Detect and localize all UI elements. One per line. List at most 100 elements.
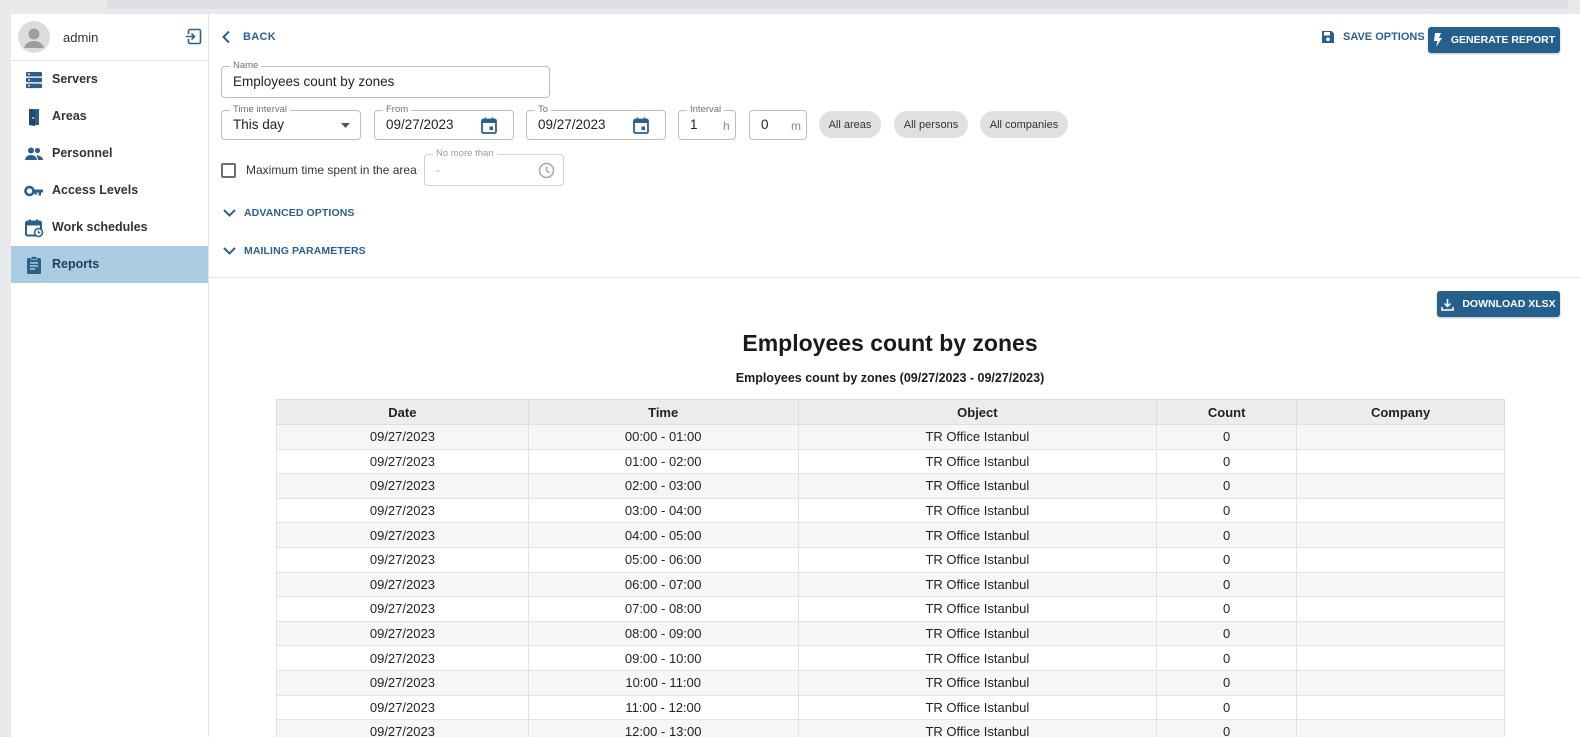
report-subtitle: Employees count by zones (09/27/2023 - 0…: [735, 371, 1045, 385]
cell-date: 09/27/2023: [276, 522, 529, 548]
mailing-parameters-toggle[interactable]: MAILING PARAMETERS: [223, 245, 366, 257]
person-icon: [24, 28, 44, 48]
max-time-label: Maximum time spent in the area: [246, 163, 417, 177]
report-table-body: 09/27/2023 00:00 - 01:00 TR Office Istanbu…: [276, 424, 1505, 737]
report-table: Date Time Object Count Company 09/27/202…: [276, 399, 1505, 737]
cell-company: [1296, 719, 1505, 737]
no-more-than-field[interactable]: No more than -: [424, 148, 564, 186]
table-row: 09/27/2023 04:00 - 05:00 TR Office Istanbu…: [276, 522, 1505, 548]
cell-object: TR Office Istanbul: [797, 596, 1158, 622]
table-row: 09/27/2023 09:00 - 10:00 TR Office Istanbu…: [276, 645, 1505, 671]
sidebar-item-areas[interactable]: Areas: [11, 98, 208, 135]
sidebar-item-reports[interactable]: Reports: [11, 246, 208, 283]
generate-report-button[interactable]: GENERATE REPORT: [1428, 27, 1560, 53]
save-options-label: SAVE OPTIONS: [1343, 31, 1425, 43]
to-date-field[interactable]: To 09/27/2023: [526, 104, 666, 140]
minutes-unit: m: [791, 119, 801, 133]
interval-hours-field[interactable]: Interval 1 h: [678, 104, 736, 140]
table-row: 09/27/2023 10:00 - 11:00 TR Office Istanbu…: [276, 669, 1505, 696]
advanced-options-toggle[interactable]: ADVANCED OPTIONS: [223, 207, 355, 219]
cell-time: 02:00 - 03:00: [527, 473, 799, 499]
column-header-count: Count: [1156, 399, 1298, 425]
logout-icon[interactable]: [185, 28, 202, 50]
cell-date: 09/27/2023: [276, 719, 529, 737]
no-more-than-label: No more than: [433, 148, 497, 160]
calendar-clock-icon: [25, 219, 44, 238]
all-areas-chip[interactable]: All areas: [819, 111, 881, 138]
chevron-down-icon: [223, 247, 236, 255]
cell-object: TR Office Istanbul: [797, 424, 1158, 450]
cell-company: [1296, 424, 1505, 450]
back-button[interactable]: BACK: [221, 30, 276, 44]
floppy-disk-icon: [1322, 31, 1334, 43]
name-field[interactable]: Name Employees count by zones: [221, 60, 550, 98]
cell-count: 0: [1156, 694, 1298, 721]
chevron-down-icon: [223, 209, 236, 217]
interval-minutes-field[interactable]: 0 m: [749, 110, 807, 140]
sidebar-item-work-schedules[interactable]: Work schedules: [11, 209, 208, 246]
clock-icon[interactable]: [538, 162, 555, 179]
sidebar-item-access-levels[interactable]: Access Levels: [11, 172, 208, 209]
sidebar-item-servers[interactable]: Servers: [11, 61, 208, 98]
cell-date: 09/27/2023: [276, 645, 529, 671]
cell-company: [1296, 546, 1505, 573]
cell-count: 0: [1156, 522, 1298, 548]
download-xlsx-button[interactable]: DOWNLOAD XLSX: [1437, 291, 1560, 317]
no-more-than-value: -: [436, 163, 440, 177]
cell-time: 05:00 - 06:00: [527, 546, 799, 573]
cell-count: 0: [1156, 448, 1298, 475]
cell-time: 01:00 - 02:00: [527, 448, 799, 475]
cell-count: 0: [1156, 719, 1298, 737]
cell-count: 0: [1156, 497, 1298, 524]
servers-icon: [26, 72, 42, 89]
cell-object: TR Office Istanbul: [797, 719, 1158, 737]
name-field-value: Employees count by zones: [233, 74, 395, 89]
avatar[interactable]: [18, 21, 50, 53]
cell-time: 10:00 - 11:00: [527, 669, 799, 696]
advanced-options-label: ADVANCED OPTIONS: [244, 207, 355, 219]
cell-count: 0: [1156, 596, 1298, 622]
cell-date: 09/27/2023: [276, 448, 529, 475]
sidebar: admin Servers Areas Personnel Access Lev…: [11, 14, 209, 737]
from-date-field[interactable]: From 09/27/2023: [374, 104, 514, 140]
cell-date: 09/27/2023: [276, 473, 529, 499]
cell-object: TR Office Istanbul: [797, 571, 1158, 598]
sidebar-item-personnel[interactable]: Personnel: [11, 135, 208, 172]
all-persons-chip[interactable]: All persons: [894, 111, 968, 138]
table-row: 09/27/2023 08:00 - 09:00 TR Office Istanbu…: [276, 620, 1505, 647]
table-row: 09/27/2023 06:00 - 07:00 TR Office Istanbu…: [276, 571, 1505, 598]
cell-date: 09/27/2023: [276, 620, 529, 647]
sidebar-item-label: Access Levels: [52, 183, 139, 197]
cell-object: TR Office Istanbul: [797, 645, 1158, 671]
sidebar-item-label: Reports: [52, 257, 100, 271]
user-name: admin: [63, 30, 99, 45]
all-companies-chip[interactable]: All companies: [980, 111, 1068, 138]
calendar-icon[interactable]: [633, 117, 649, 134]
column-header-object: Object: [797, 399, 1158, 425]
section-divider: [209, 277, 1580, 278]
cell-count: 0: [1156, 645, 1298, 671]
max-time-checkbox[interactable]: [221, 163, 236, 178]
time-interval-label: Time interval: [230, 104, 291, 116]
from-date-value: 09/27/2023: [386, 117, 454, 132]
cell-count: 0: [1156, 473, 1298, 499]
cell-company: [1296, 669, 1505, 696]
table-row: 09/27/2023 11:00 - 12:00 TR Office Istanbu…: [276, 694, 1505, 721]
calendar-icon[interactable]: [481, 117, 497, 134]
table-row: 09/27/2023 03:00 - 04:00 TR Office Istanbu…: [276, 497, 1505, 524]
cell-time: 11:00 - 12:00: [527, 694, 799, 721]
report-title: Employees count by zones: [742, 330, 1038, 356]
cell-object: TR Office Istanbul: [797, 694, 1158, 721]
cell-company: [1296, 645, 1505, 671]
lightning-icon: [1433, 33, 1442, 47]
save-options-button[interactable]: SAVE OPTIONS: [1321, 30, 1425, 44]
cell-company: [1296, 448, 1505, 475]
cell-date: 09/27/2023: [276, 546, 529, 573]
download-xlsx-label: DOWNLOAD XLSX: [1462, 298, 1556, 310]
cell-date: 09/27/2023: [276, 424, 529, 450]
cell-company: [1296, 571, 1505, 598]
cell-date: 09/27/2023: [276, 694, 529, 721]
time-interval-select[interactable]: Time interval This day: [221, 104, 361, 140]
key-icon: [24, 185, 43, 197]
cell-count: 0: [1156, 620, 1298, 647]
